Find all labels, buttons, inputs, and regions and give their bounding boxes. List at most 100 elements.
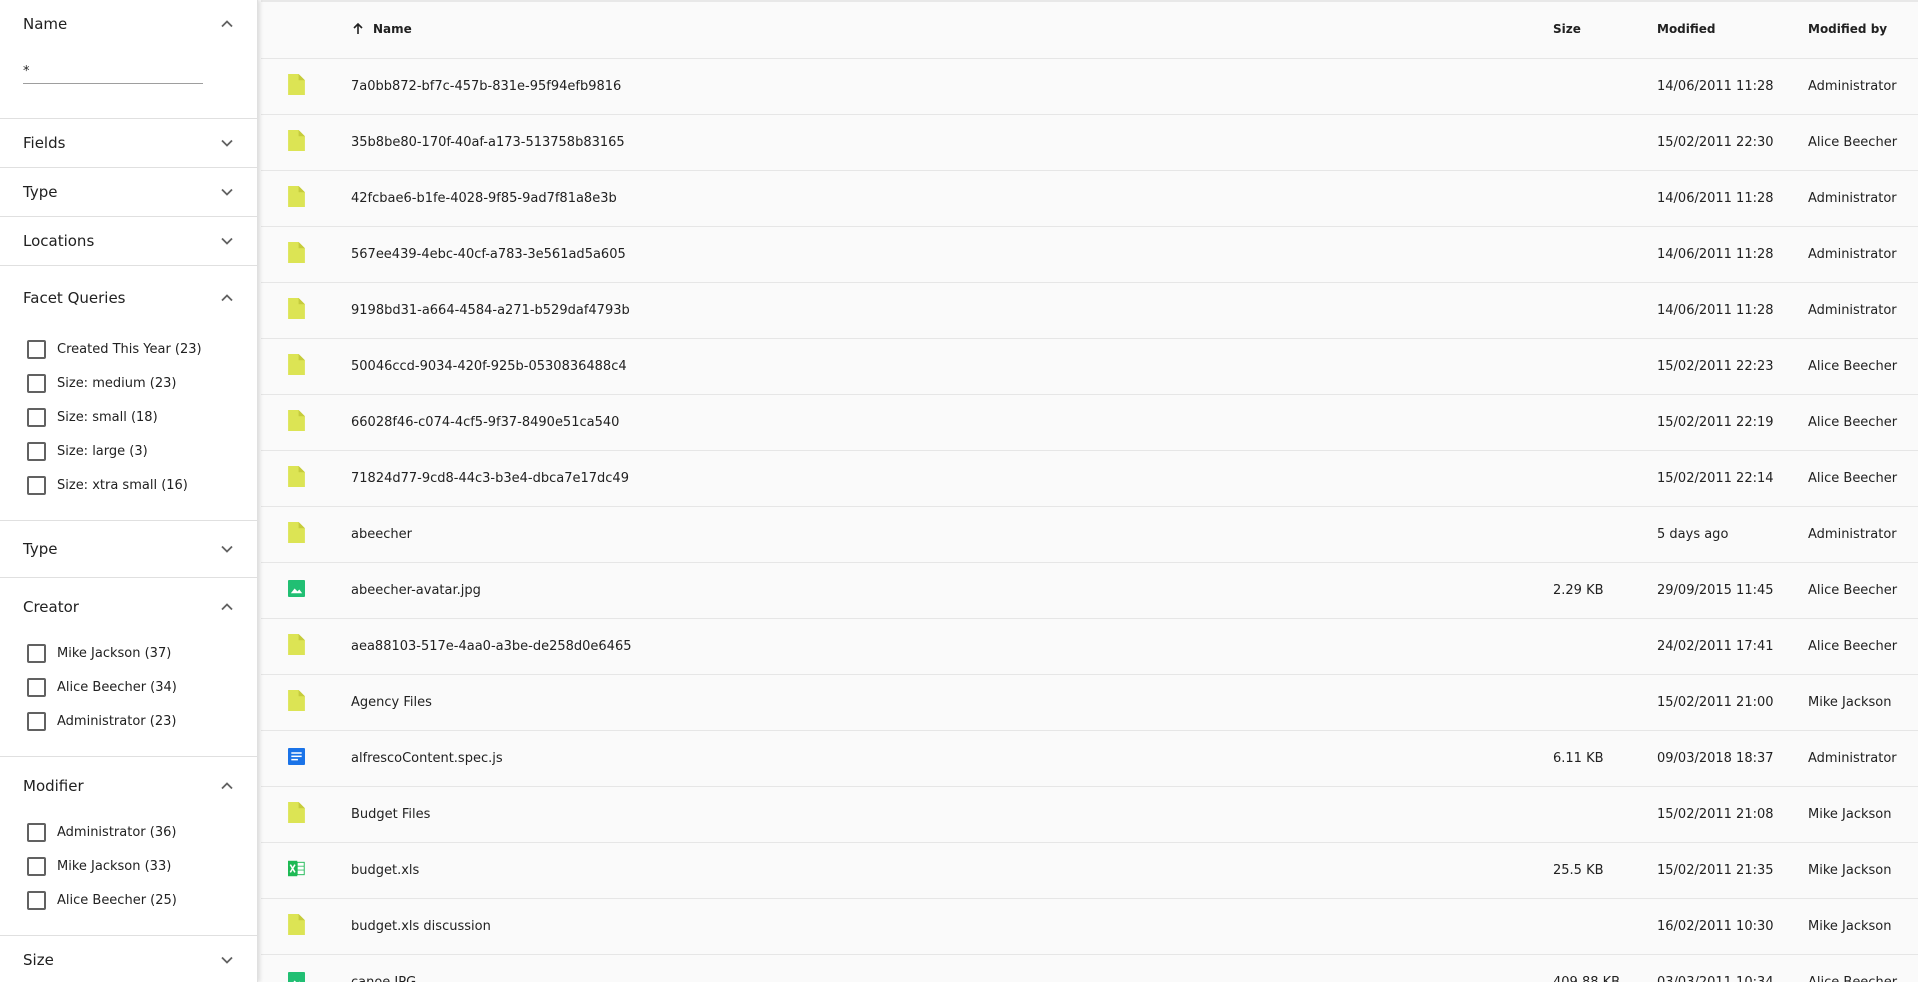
row-name-cell[interactable]: Agency Files — [351, 695, 1553, 710]
row-name-cell[interactable]: canoe.JPG — [351, 975, 1553, 982]
chevron-down-icon[interactable] — [219, 233, 235, 249]
name-column-header[interactable]: Name — [351, 22, 1553, 36]
row-icon-cell — [261, 970, 351, 982]
checkbox[interactable] — [27, 441, 46, 461]
row-name-cell[interactable]: abeecher-avatar.jpg — [351, 583, 1553, 598]
chevron-up-icon[interactable] — [219, 778, 235, 794]
row-name-cell[interactable]: 7a0bb872-bf7c-457b-831e-95f94efb9816 — [351, 79, 1553, 94]
table-row[interactable]: 9198bd31-a664-4584-a271-b529daf4793b 14/0… — [261, 283, 1918, 339]
table-row[interactable]: abeecher 5 days ago Administrator — [261, 507, 1918, 563]
row-icon-cell — [261, 746, 351, 771]
app-window: Name Fields Type Locations — [0, 0, 1918, 982]
row-icon-cell — [261, 298, 351, 323]
row-name-cell[interactable]: 35b8be80-170f-40af-a173-513758b83165 — [351, 135, 1553, 150]
chevron-down-icon[interactable] — [219, 952, 235, 968]
creator-option-label: Alice Beecher (34) — [57, 679, 177, 695]
locations-panel-header[interactable]: Locations — [0, 217, 257, 265]
row-icon-cell — [261, 242, 351, 267]
row-modified-by-cell: Mike Jackson — [1808, 863, 1892, 878]
chevron-down-icon[interactable] — [219, 184, 235, 200]
row-modified-cell: 15/02/2011 22:14 — [1657, 471, 1774, 486]
checkbox[interactable] — [27, 643, 46, 663]
name-panel-header[interactable]: Name — [0, 0, 257, 48]
facet-queries-panel-header[interactable]: Facet Queries — [0, 266, 257, 330]
creator-list: Mike Jackson (37) Alice Beecher (34) Adm… — [0, 636, 257, 756]
checkbox[interactable] — [27, 890, 46, 910]
facet-option-created-this-year[interactable]: Created This Year (23) — [27, 332, 257, 366]
creator-panel-header[interactable]: Creator — [0, 578, 257, 636]
row-icon-cell — [261, 74, 351, 99]
table-row[interactable]: 66028f46-c074-4cf5-9f37-8490e51ca540 15/0… — [261, 395, 1918, 451]
row-name-cell[interactable]: alfrescoContent.spec.js — [351, 751, 1553, 766]
creator-option-alice-beecher[interactable]: Alice Beecher (34) — [27, 670, 257, 704]
checkbox[interactable] — [27, 822, 46, 842]
table-row[interactable]: budget.xls discussion 16/02/2011 10:30 Mik… — [261, 899, 1918, 955]
row-name-cell[interactable]: budget.xls — [351, 863, 1553, 878]
row-name-cell[interactable]: 50046ccd-9034-420f-925b-0530836488c4 — [351, 359, 1553, 374]
facet-option-size-small[interactable]: Size: small (18) — [27, 400, 257, 434]
creator-option-administrator[interactable]: Administrator (23) — [27, 704, 257, 738]
chevron-down-icon[interactable] — [219, 541, 235, 557]
checkbox[interactable] — [27, 339, 46, 359]
table-row[interactable]: 71824d77-9cd8-44c3-b3e4-dbca7e17dc49 15/0… — [261, 451, 1918, 507]
row-name-cell[interactable]: abeecher — [351, 527, 1553, 542]
modified-column-header[interactable]: Modified — [1657, 22, 1808, 36]
row-name-cell[interactable]: 71824d77-9cd8-44c3-b3e4-dbca7e17dc49 — [351, 471, 1553, 486]
table-row[interactable]: budget.xls 25.5 KB 15/02/2011 21:35 Mike Ja… — [261, 843, 1918, 899]
row-modified-by-cell: Mike Jackson — [1808, 807, 1892, 822]
chevron-down-icon[interactable] — [219, 135, 235, 151]
row-modified-cell: 16/02/2011 10:30 — [1657, 919, 1774, 934]
table-row[interactable]: 42fcbae6-b1fe-4028-9f85-9ad7f81a8e3b 14/0… — [261, 171, 1918, 227]
row-name-cell[interactable]: aea88103-517e-4aa0-a3be-de258d0e6465 — [351, 639, 1553, 654]
size-column-header[interactable]: Size — [1553, 22, 1657, 36]
chevron-up-icon[interactable] — [219, 16, 235, 32]
table-row[interactable]: 567ee439-4ebc-40cf-a783-3e561ad5a605 14/0… — [261, 227, 1918, 283]
checkbox[interactable] — [27, 475, 46, 495]
facet-option-size-medium[interactable]: Size: medium (23) — [27, 366, 257, 400]
row-name-cell[interactable]: 42fcbae6-b1fe-4028-9f85-9ad7f81a8e3b — [351, 191, 1553, 206]
table-row[interactable]: 35b8be80-170f-40af-a173-513758b83165 15/0… — [261, 115, 1918, 171]
modifier-option-alice-beecher[interactable]: Alice Beecher (25) — [27, 883, 257, 917]
modifier-panel-header[interactable]: Modifier — [0, 757, 257, 815]
table-row[interactable]: alfrescoContent.spec.js 6.11 KB 09/03/2018… — [261, 731, 1918, 787]
row-name-cell[interactable]: 9198bd31-a664-4584-a271-b529daf4793b — [351, 303, 1553, 318]
fields-panel-header[interactable]: Fields — [0, 119, 257, 167]
facet-option-size-xtra-small[interactable]: Size: xtra small (16) — [27, 468, 257, 502]
row-icon-cell — [261, 130, 351, 155]
checkbox[interactable] — [27, 711, 46, 731]
row-name-cell[interactable]: budget.xls discussion — [351, 919, 1553, 934]
table-row[interactable]: aea88103-517e-4aa0-a3be-de258d0e6465 24/0… — [261, 619, 1918, 675]
type-panel-header[interactable]: Type — [0, 168, 257, 216]
checkbox[interactable] — [27, 677, 46, 697]
modified-by-column-header[interactable]: Modified by — [1808, 22, 1918, 36]
row-name-cell[interactable]: 567ee439-4ebc-40cf-a783-3e561ad5a605 — [351, 247, 1553, 262]
row-name-cell[interactable]: 66028f46-c074-4cf5-9f37-8490e51ca540 — [351, 415, 1553, 430]
name-filter-input[interactable] — [23, 60, 203, 84]
facet-option-size-large[interactable]: Size: large (3) — [27, 434, 257, 468]
chevron-up-icon[interactable] — [219, 599, 235, 615]
row-icon-cell — [261, 186, 351, 211]
table-row[interactable]: Agency Files 15/02/2011 21:00 Mike Jackson — [261, 675, 1918, 731]
checkbox[interactable] — [27, 407, 46, 427]
table-row[interactable]: abeecher-avatar.jpg 2.29 KB 29/09/2015 11:… — [261, 563, 1918, 619]
row-icon-cell — [261, 914, 351, 939]
type-facet-panel-header[interactable]: Type — [0, 521, 257, 577]
checkbox[interactable] — [27, 373, 46, 393]
folder-icon — [288, 298, 305, 323]
results-table: Name Size Modified Modified by 7a0bb872-… — [261, 0, 1918, 982]
chevron-up-icon[interactable] — [219, 290, 235, 306]
table-row[interactable]: canoe.JPG409.88 KB03/03/2011 10:34Alice … — [261, 955, 1918, 982]
name-filter-panel: Name — [0, 0, 257, 119]
row-name-cell[interactable]: Budget Files — [351, 807, 1553, 822]
size-panel-header[interactable]: Size — [0, 936, 257, 982]
table-row[interactable]: Budget Files 15/02/2011 21:08 Mike Jackson — [261, 787, 1918, 843]
creator-option-mike-jackson[interactable]: Mike Jackson (37) — [27, 636, 257, 670]
modifier-option-administrator[interactable]: Administrator (36) — [27, 815, 257, 849]
table-row[interactable]: 50046ccd-9034-420f-925b-0530836488c4 15/0… — [261, 339, 1918, 395]
sort-ascending-icon[interactable] — [351, 22, 365, 36]
modifier-option-mike-jackson[interactable]: Mike Jackson (33) — [27, 849, 257, 883]
table-row[interactable]: 7a0bb872-bf7c-457b-831e-95f94efb9816 14/0… — [261, 59, 1918, 115]
row-modified-by-cell: Administrator — [1808, 751, 1897, 766]
checkbox[interactable] — [27, 856, 46, 876]
row-modified-cell: 24/02/2011 17:41 — [1657, 639, 1774, 654]
